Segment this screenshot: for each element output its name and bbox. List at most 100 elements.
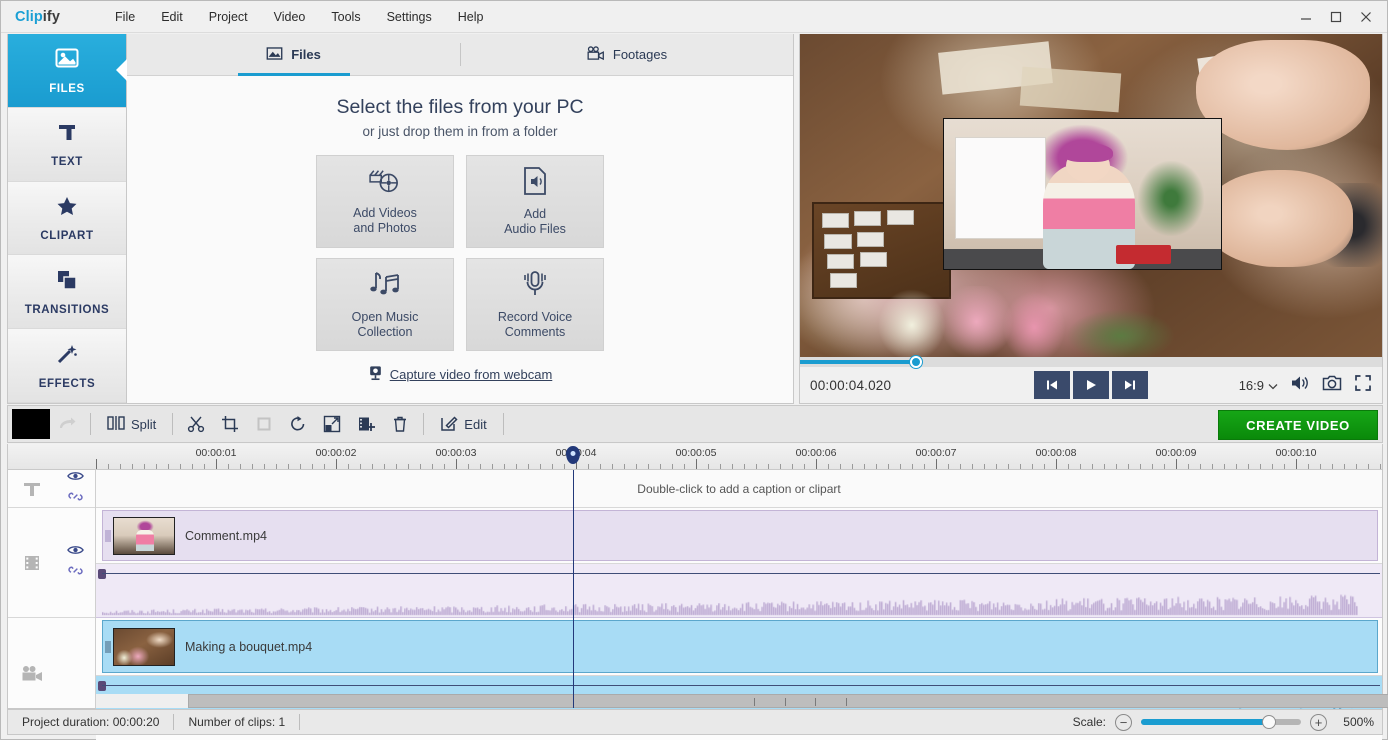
minimize-button[interactable] [1291,2,1321,32]
scale-label: Scale: [1072,715,1106,729]
menu-item-project[interactable]: Project [196,6,261,28]
track-header-text[interactable] [8,470,95,508]
scale-value: 500% [1343,715,1374,729]
plus-circle-icon[interactable]: + [1310,713,1327,731]
record-voice-comments-button[interactable]: Record Voice Comments [466,258,604,351]
ruler-tick [828,464,829,469]
ruler-tick [600,464,601,469]
previous-frame-button[interactable] [1034,371,1070,399]
picture-in-picture-overlay[interactable] [942,117,1222,270]
eye-icon[interactable] [66,469,84,487]
seek-bar[interactable] [800,356,1382,368]
next-frame-button[interactable] [1112,371,1148,399]
menu-item-video[interactable]: Video [261,6,319,28]
menu-item-edit[interactable]: Edit [148,6,196,28]
card-line-2: and Photos [353,221,417,235]
lane-main-video[interactable]: Making a bouquet.mp4 [96,618,1382,676]
ruler-tick [684,464,685,469]
project-duration-value: 00:00:20 [112,715,160,729]
ruler-tick [1020,464,1021,469]
sidebar-item-files[interactable]: FILES [8,34,126,108]
text-track-hint: Double-click to add a caption or clipart [637,481,841,496]
timeline-lanes: Double-click to add a caption or clipart… [96,470,1382,740]
capture-video-from-webcam-link[interactable]: Capture video from webcam [368,365,552,384]
pip-icon[interactable] [315,409,349,439]
clip-drag-handle[interactable] [103,511,113,560]
rotate-icon[interactable] [281,409,315,439]
add-audio-files-button[interactable]: Add Audio Files [466,155,604,248]
snapshot-camera-icon[interactable] [1322,374,1342,397]
split-button[interactable]: Split [97,409,166,439]
preview-right-controls: 16:9 [1239,374,1372,397]
fullscreen-icon[interactable] [1354,374,1372,397]
clip-drag-handle[interactable] [103,621,113,672]
ruler-tick [672,464,673,469]
status-separator [299,714,301,730]
video-stamp-tray [811,201,952,299]
ruler-tick [552,464,553,469]
timeline-hscroll-thumb[interactable] [188,694,1388,708]
ruler-tick [1140,464,1141,469]
edit-button[interactable]: Edit [430,409,496,439]
add-videos-and-photos-button[interactable]: Add Videos and Photos [316,155,454,248]
eye-icon[interactable] [66,543,84,561]
redo-button[interactable] [50,409,84,439]
playback-controls: 00:00:04.020 16:9 [800,367,1382,403]
logo-secondary: ify [42,8,61,25]
status-bar: Project duration: 00:00:20 Number of cli… [7,709,1383,735]
maximize-button[interactable] [1321,2,1351,32]
card-line-1: Add [523,207,547,221]
scissors-icon[interactable] [179,409,213,439]
sidebar-item-clipart[interactable]: CLIPART [8,181,126,256]
menu-item-settings[interactable]: Settings [374,6,445,28]
link-icon[interactable] [68,490,83,508]
ruler-tick [1152,464,1153,469]
crop-icon[interactable] [213,409,247,439]
track-header-overlay[interactable] [8,508,95,618]
audio-file-icon [521,166,549,201]
title-bar: Clipify File Edit Project Video Tools Se… [1,1,1387,33]
card-line-1: Add Videos [353,206,417,220]
play-button[interactable] [1073,371,1109,399]
open-music-collection-button[interactable]: Open Music Collection [316,258,454,351]
menu-item-help[interactable]: Help [445,6,497,28]
stop-square-icon[interactable] [247,409,281,439]
volume-icon[interactable] [1290,374,1310,397]
menu-item-tools[interactable]: Tools [318,6,373,28]
sidebar-item-label: TEXT [51,156,83,169]
ruler-tick [1092,464,1093,469]
aspect-ratio-dropdown[interactable]: 16:9 [1239,378,1278,393]
undo-button[interactable] [12,409,50,439]
trash-icon[interactable] [383,409,417,439]
lane-text[interactable]: Double-click to add a caption or clipart [96,470,1382,508]
transport-buttons [1034,371,1148,399]
ruler-label: 00:00:06 [795,447,837,459]
lane-overlay-video[interactable]: Comment.mp4 [96,508,1382,564]
close-button[interactable] [1351,2,1381,32]
minus-circle-icon[interactable]: − [1115,713,1132,731]
pip-whiteboard [954,136,1047,239]
card-text: Open Music Collection [352,310,419,340]
link-icon[interactable] [68,564,83,582]
scale-slider[interactable] [1141,715,1301,729]
timeline-ruler[interactable]: 00:00:0100:00:0200:00:0300:00:0400:00:05… [8,444,1382,470]
filmstrip-track-icon [8,552,55,574]
ruler-tick [1308,464,1309,469]
ruler-tick [144,464,145,469]
tab-footages[interactable]: Footages [460,34,793,75]
scale-slider-handle[interactable] [1262,715,1276,729]
add-clip-icon[interactable] [349,409,383,439]
ruler-tick [372,464,373,469]
sidebar-item-text[interactable]: TEXT [8,107,126,182]
timeline-clip-comment[interactable]: Comment.mp4 [102,510,1378,561]
timeline-hscrollbar[interactable] [96,694,1388,708]
sidebar-item-transitions[interactable]: TRANSITIONS [8,255,126,330]
lane-overlay-audio[interactable] [96,564,1382,618]
sidebar-item-effects[interactable]: EFFECTS [8,329,126,403]
timeline-clip-bouquet[interactable]: Making a bouquet.mp4 [102,620,1378,673]
create-video-button[interactable]: CREATE VIDEO [1218,410,1378,440]
scale-control: Scale: − + 500% [1072,713,1374,731]
video-preview[interactable] [800,34,1382,357]
menu-item-file[interactable]: File [102,6,148,28]
tab-files[interactable]: Files [127,34,460,75]
